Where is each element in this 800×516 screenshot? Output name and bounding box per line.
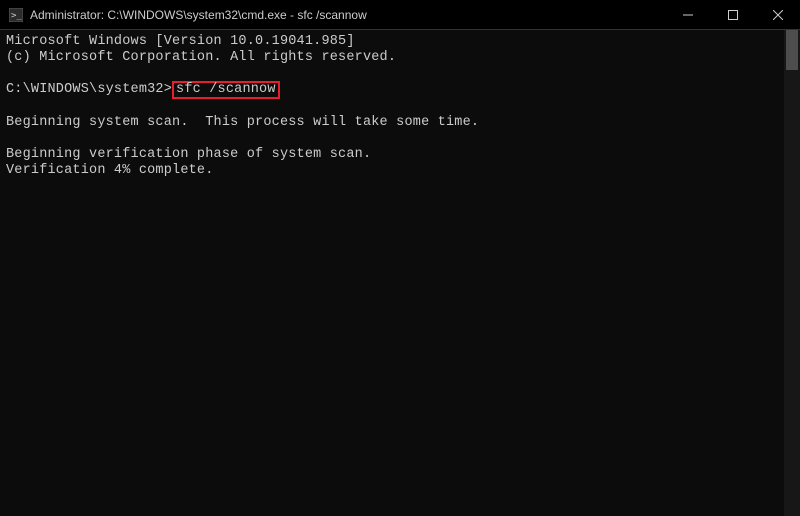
terminal-content[interactable]: Microsoft Windows [Version 10.0.19041.98… xyxy=(0,30,784,516)
svg-text:>_: >_ xyxy=(11,11,22,21)
blank-line xyxy=(6,99,778,115)
command-text: sfc /scannow xyxy=(176,82,276,97)
prompt-prefix: C:\WINDOWS\system32> xyxy=(6,82,172,97)
minimize-button[interactable] xyxy=(665,0,710,29)
scan-begin-line: Beginning system scan. This process will… xyxy=(6,115,778,131)
command-highlight: sfc /scannow xyxy=(172,81,280,99)
copyright-line: (c) Microsoft Corporation. All rights re… xyxy=(6,50,778,66)
scrollbar[interactable] xyxy=(784,30,800,516)
verify-begin-line: Beginning verification phase of system s… xyxy=(6,147,778,163)
prompt-line: C:\WINDOWS\system32> sfc /scannow xyxy=(6,82,778,99)
window-title: Administrator: C:\WINDOWS\system32\cmd.e… xyxy=(30,8,665,22)
minimize-icon xyxy=(683,10,693,20)
cmd-icon: >_ xyxy=(8,7,24,23)
blank-line xyxy=(6,131,778,147)
blank-line xyxy=(6,66,778,82)
maximize-icon xyxy=(728,10,738,20)
version-line: Microsoft Windows [Version 10.0.19041.98… xyxy=(6,34,778,50)
window-controls xyxy=(665,0,800,29)
close-button[interactable] xyxy=(755,0,800,29)
scrollbar-thumb[interactable] xyxy=(786,30,798,70)
terminal-body: Microsoft Windows [Version 10.0.19041.98… xyxy=(0,30,800,516)
verify-progress-line: Verification 4% complete. xyxy=(6,163,778,179)
titlebar: >_ Administrator: C:\WINDOWS\system32\cm… xyxy=(0,0,800,30)
maximize-button[interactable] xyxy=(710,0,755,29)
close-icon xyxy=(773,10,783,20)
